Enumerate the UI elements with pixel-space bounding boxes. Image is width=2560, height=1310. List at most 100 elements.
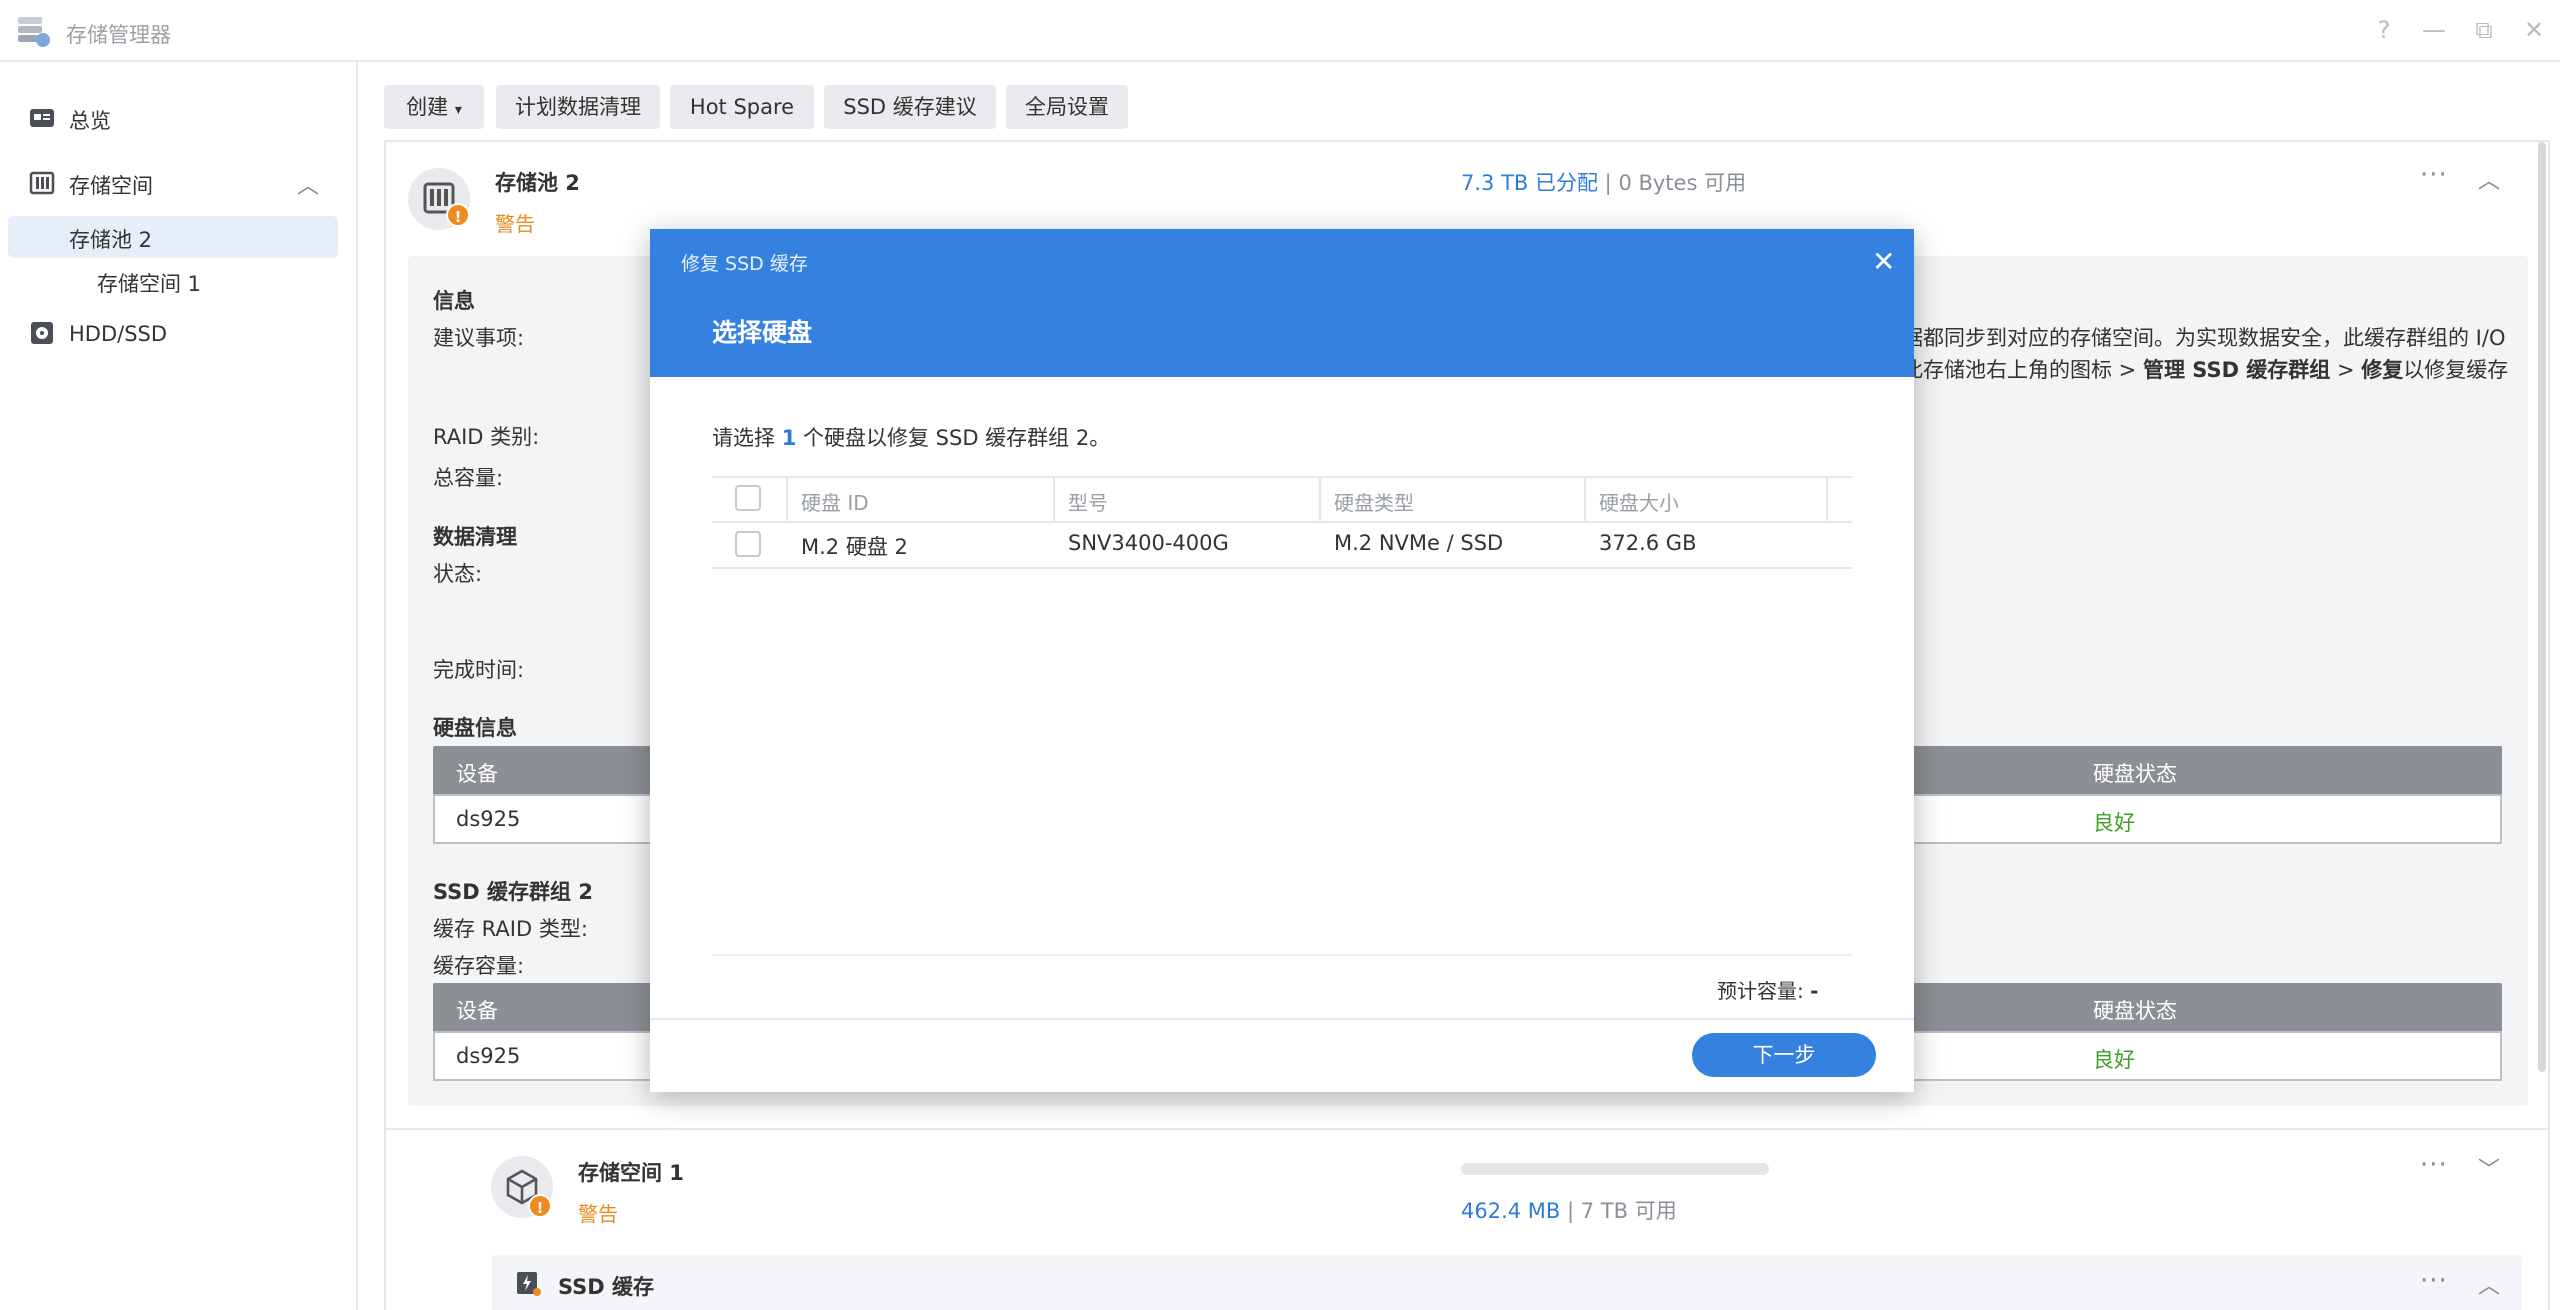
repair-ssd-cache-dialog: 修复 SSD 缓存 选择硬盘 ✕ 请选择 1 个硬盘以修复 SSD 缓存群组 2…: [650, 229, 1914, 1092]
suggestion-text-part: >: [2330, 358, 2362, 382]
disk-info-heading: 硬盘信息: [433, 716, 517, 740]
disk-row-device: ds925: [456, 807, 521, 831]
caret-down-icon: ▾: [454, 102, 462, 118]
close-icon[interactable]: ✕: [1872, 245, 1895, 278]
column-header-type[interactable]: 硬盘类型: [1334, 487, 1414, 516]
volume-used: 462.4 MB: [1461, 1199, 1561, 1223]
sidebar-selection-highlight: [8, 216, 338, 258]
scrub-state-label: 状态:: [433, 562, 483, 586]
dialog-footer-divider: [650, 1018, 1914, 1020]
pool-usage: 7.3 TB 已分配 | 0 Bytes 可用: [1461, 167, 1746, 197]
pool-more-icon[interactable]: ···: [2420, 160, 2448, 190]
ssd-advisor-button[interactable]: SSD 缓存建议: [824, 85, 996, 129]
minimize-icon[interactable]: —: [2419, 16, 2449, 44]
suggestion-bold-manage: 管理 SSD 缓存群组: [2142, 358, 2331, 382]
storage-icon: [29, 170, 55, 196]
volume-usage: 462.4 MB | 7 TB 可用: [1461, 1195, 1677, 1225]
suggestion-text-line2: 此存储池右上角的图标 > 管理 SSD 缓存群组 > 修复以修复缓存: [1902, 354, 2508, 384]
pool-allocated: 7.3 TB 已分配: [1461, 171, 1598, 195]
storage-manager-icon: [16, 14, 52, 48]
total-capacity-label: 总容量:: [433, 466, 504, 490]
hdd-icon: [29, 320, 55, 346]
restore-icon[interactable]: ⧉: [2469, 16, 2499, 44]
info-heading: 信息: [433, 289, 475, 313]
suggestion-bold-repair: 修复: [2361, 358, 2404, 382]
cache-group-heading: SSD 缓存群组 2: [433, 880, 593, 904]
instruction-text: 请选择: [712, 426, 775, 450]
dialog-header: [650, 229, 1914, 377]
suggestion-text-part: 以修复缓存: [2403, 358, 2509, 382]
ssd-cache-collapse-icon[interactable]: ︿: [2478, 1268, 2500, 1300]
column-divider: [1319, 478, 1321, 522]
disk-id-cell: M.2 硬盘 2: [801, 535, 908, 559]
help-icon[interactable]: ?: [2369, 16, 2399, 44]
warning-badge-icon: !: [528, 1194, 552, 1218]
column-header-disk-id[interactable]: 硬盘 ID: [801, 487, 869, 516]
disk-table-col-status: 硬盘状态: [2093, 762, 2177, 786]
cache-table-col-status: 硬盘状态: [2093, 999, 2177, 1023]
chevron-up-icon[interactable]: ︿: [297, 168, 319, 200]
estimated-capacity: 预计容量: -: [1717, 975, 1818, 1004]
separator: |: [1567, 1199, 1575, 1223]
suggestion-label: 建议事项:: [433, 326, 525, 350]
sidebar-item-pool-2[interactable]: 存储池 2: [69, 224, 152, 254]
create-label: 创建: [406, 95, 449, 119]
ssd-cache-row[interactable]: [492, 1255, 2522, 1310]
cache-row-status: 良好: [2093, 1048, 2135, 1072]
volume-expand-icon[interactable]: ﹀: [2478, 1152, 2500, 1184]
hot-spare-button[interactable]: Hot Spare: [670, 85, 814, 129]
column-header-size[interactable]: 硬盘大小: [1599, 487, 1679, 516]
row-border: [712, 567, 1852, 569]
ssd-cache-more-icon[interactable]: ···: [2420, 1266, 2448, 1296]
title-bar: [0, 0, 2560, 62]
overview-icon: [29, 105, 55, 131]
dialog-instruction: 请选择 1 个硬盘以修复 SSD 缓存群组 2。: [712, 422, 1110, 452]
model-cell: SNV3400-400G: [1068, 531, 1229, 555]
size-cell: 372.6 GB: [1599, 531, 1697, 555]
pool-status: 警告: [495, 212, 535, 236]
scrub-schedule-button[interactable]: 计划数据清理: [496, 85, 660, 129]
select-all-checkbox[interactable]: [735, 485, 761, 511]
suggestion-text-part: 此存储池右上角的图标 >: [1902, 358, 2143, 382]
cache-raid-label: 缓存 RAID 类型:: [433, 917, 588, 941]
scrollbar-thumb[interactable]: [2538, 142, 2546, 1072]
instruction-text: 个硬盘以修复 SSD 缓存群组 2。: [803, 426, 1111, 450]
sidebar-item-storage[interactable]: 存储空间: [69, 170, 153, 200]
next-button[interactable]: 下一步: [1692, 1033, 1876, 1077]
sidebar-item-volume-1[interactable]: 存储空间 1: [97, 268, 201, 298]
type-cell: M.2 NVMe / SSD: [1334, 531, 1504, 555]
column-divider: [1584, 478, 1586, 522]
global-settings-button[interactable]: 全局设置: [1006, 85, 1128, 129]
ssd-cache-label: SSD 缓存: [558, 1275, 655, 1299]
cache-capacity-label: 缓存容量:: [433, 954, 525, 978]
estimated-label: 预计容量:: [1717, 979, 1804, 1003]
finish-time-label: 完成时间:: [433, 658, 525, 682]
pool-available: 0 Bytes 可用: [1618, 171, 1747, 195]
close-window-icon[interactable]: ✕: [2519, 16, 2549, 44]
column-divider: [1826, 478, 1828, 522]
volume-name: 存储空间 1: [578, 1161, 684, 1185]
pool-collapse-icon[interactable]: ︿: [2478, 163, 2500, 195]
warning-badge-icon: !: [446, 203, 470, 227]
table-top-border: [712, 476, 1852, 478]
suggestion-text-line1: 据都同步到对应的存储空间。为实现数据安全，此缓存群组的 I/O: [1902, 326, 2506, 350]
separator: |: [1604, 171, 1612, 195]
raid-type-label: RAID 类别:: [433, 425, 540, 449]
instruction-count: 1: [781, 426, 797, 450]
sidebar-item-overview[interactable]: 总览: [69, 105, 111, 135]
row-checkbox[interactable]: [735, 531, 761, 557]
table-bottom-border: [712, 954, 1852, 956]
volume-status: 警告: [578, 1202, 618, 1226]
dialog-heading: 选择硬盘: [712, 318, 813, 347]
column-divider: [1053, 478, 1055, 522]
disk-table-col-device: 设备: [456, 762, 498, 786]
dialog-window-title: 修复 SSD 缓存: [681, 253, 808, 275]
volume-available: 7 TB 可用: [1580, 1199, 1677, 1223]
create-button[interactable]: 创建 ▾: [384, 85, 484, 129]
column-header-model[interactable]: 型号: [1068, 487, 1108, 516]
sidebar-item-hdd-ssd[interactable]: HDD/SSD: [69, 322, 167, 346]
column-divider: [786, 478, 788, 522]
estimated-value: -: [1810, 979, 1819, 1003]
volume-more-icon[interactable]: ···: [2420, 1150, 2448, 1180]
cache-row-device: ds925: [456, 1044, 521, 1068]
